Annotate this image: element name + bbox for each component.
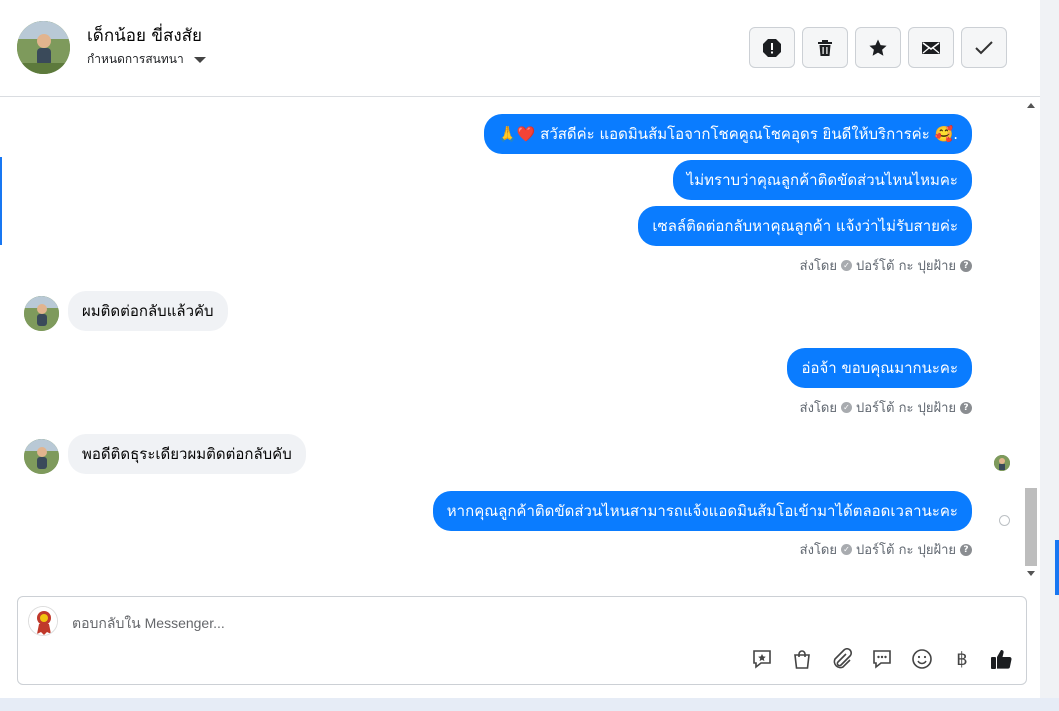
- assign-label: กำหนดการสนทนา: [87, 52, 184, 66]
- message-text: ผมติดต่อกลับแล้วคับ: [82, 302, 214, 320]
- conversation-header: เด็กน้อย ขี่สงสัย กำหนดการสนทนา: [0, 0, 1040, 97]
- mark-spam-button[interactable]: [749, 27, 795, 68]
- sent-by-label: ส่งโดย: [799, 401, 837, 416]
- sent-status-icon: [999, 515, 1010, 526]
- message-outgoing[interactable]: เซลล์ติดต่อกลับหาคุณลูกค้า แจ้งว่าไม่รับ…: [638, 206, 972, 246]
- message-text: ไม่ทราบว่าคุณลูกค้าติดขัดส่วนไหนไหมคะ: [686, 171, 958, 189]
- contact-avatar[interactable]: [17, 21, 70, 74]
- sender-name: ปอร์โต้ กะ ปุยฝ้าย: [856, 401, 956, 416]
- star-button[interactable]: [855, 27, 901, 68]
- message-incoming[interactable]: ผมติดต่อกลับแล้วคับ: [68, 291, 228, 331]
- message-outgoing[interactable]: 🙏❤️ สวัสดีค่ะ แอดมินส้มโอจากโชคคูณโชคอุด…: [484, 114, 972, 154]
- verified-icon: ✓: [841, 402, 852, 413]
- sent-by-label: ส่งโดย: [799, 259, 837, 274]
- help-icon[interactable]: ?: [960, 259, 972, 272]
- attach-icon: [833, 648, 853, 669]
- conversation-panel: เด็กน้อย ขี่สงสัย กำหนดการสนทนา 🙏❤️ สวัส…: [0, 0, 1040, 698]
- shop-button[interactable]: [790, 647, 814, 671]
- reply-input[interactable]: [72, 612, 772, 634]
- message-outgoing[interactable]: หากคุณลูกค้าติดขัดส่วนไหนสามารถแจ้งแอดมิ…: [432, 491, 972, 531]
- help-icon[interactable]: ?: [960, 401, 972, 414]
- message-outgoing[interactable]: อ่อจ้า ขอบคุณมากนะคะ: [787, 348, 972, 388]
- like-icon: [991, 650, 1012, 669]
- message-text: สวัสดีค่ะ แอดมินส้มโอจากโชคคูณโชคอุดร ยิ…: [540, 125, 930, 143]
- verified-icon: ✓: [841, 260, 852, 271]
- message-outgoing[interactable]: ไม่ทราบว่าคุณลูกค้าติดขัดส่วนไหนไหมคะ: [672, 160, 972, 200]
- contact-name: เด็กน้อย ขี่สงสัย: [87, 26, 202, 46]
- saved-reply-button[interactable]: [750, 647, 774, 671]
- alert-icon: [763, 38, 781, 57]
- sent-by-info: ส่งโดย ✓ ปอร์โต้ กะ ปุยฝ้าย ?: [800, 397, 972, 418]
- mark-done-button[interactable]: [961, 27, 1007, 68]
- trash-icon: [818, 39, 832, 56]
- caret-down-icon: [193, 56, 206, 63]
- saved-reply-icon: [753, 650, 771, 669]
- star-icon: [869, 39, 887, 56]
- sent-by-info: ส่งโดย ✓ ปอร์โต้ กะ ปุยฝ้าย ?: [800, 255, 972, 276]
- bottom-gutter: [0, 698, 1059, 711]
- assign-conversation-dropdown[interactable]: กำหนดการสนทนา: [87, 50, 206, 69]
- composer-toolbar: ฿: [750, 647, 1014, 671]
- contact-avatar-small: [24, 439, 59, 474]
- emoji-icon: [912, 649, 932, 669]
- page-avatar: [28, 606, 58, 636]
- sender-name: ปอร์โต้ กะ ปุยฝ้าย: [856, 259, 956, 274]
- right-gutter: [1040, 0, 1059, 711]
- message-incoming[interactable]: พอดีติดธุระเดียวผมติดต่อกลับคับ: [68, 434, 306, 474]
- message-text: หากคุณลูกค้าติดขัดส่วนไหนสามารถแจ้งแอดมิ…: [446, 502, 958, 520]
- help-icon[interactable]: ?: [960, 543, 972, 556]
- mail-icon: [922, 41, 940, 54]
- delete-button[interactable]: [802, 27, 848, 68]
- scroll-up-arrow[interactable]: [1027, 103, 1035, 108]
- contact-avatar-small: [24, 296, 59, 331]
- verified-icon: ✓: [841, 544, 852, 555]
- attach-button[interactable]: [830, 647, 854, 671]
- mark-unread-button[interactable]: [908, 27, 954, 68]
- emoji-suffix: 🥰.: [934, 125, 958, 143]
- reply-composer: ฿: [17, 596, 1027, 685]
- emoji-button[interactable]: [910, 647, 934, 671]
- baht-icon: ฿: [956, 648, 968, 670]
- emoji-prefix: 🙏❤️: [498, 125, 536, 143]
- message-text: เซลล์ติดต่อกลับหาคุณลูกค้า แจ้งว่าไม่รับ…: [652, 217, 958, 235]
- check-icon: [975, 40, 993, 54]
- shop-bag-icon: [794, 650, 810, 669]
- sent-by-label: ส่งโดย: [799, 543, 837, 558]
- seen-avatar: [994, 455, 1010, 471]
- scroll-thumb[interactable]: [1025, 488, 1037, 566]
- message-text: อ่อจ้า ขอบคุณมากนะคะ: [801, 359, 958, 377]
- message-text: พอดีติดธุระเดียวผมติดต่อกลับคับ: [82, 445, 292, 463]
- scroll-down-arrow[interactable]: [1027, 571, 1035, 576]
- chat-icon: [873, 650, 891, 669]
- sent-by-info: ส่งโดย ✓ ปอร์โต้ กะ ปุยฝ้าย ?: [800, 539, 972, 560]
- sender-name: ปอร์โต้ กะ ปุยฝ้าย: [856, 543, 956, 558]
- payment-button[interactable]: ฿: [950, 647, 974, 671]
- gutter-accent: [1055, 540, 1059, 595]
- chat-button[interactable]: [870, 647, 894, 671]
- header-actions: [749, 27, 1007, 68]
- like-button[interactable]: [990, 647, 1014, 671]
- thread-scrollbar[interactable]: [1024, 98, 1038, 581]
- message-thread: 🙏❤️ สวัสดีค่ะ แอดมินส้มโอจากโชคคูณโชคอุด…: [0, 98, 1022, 581]
